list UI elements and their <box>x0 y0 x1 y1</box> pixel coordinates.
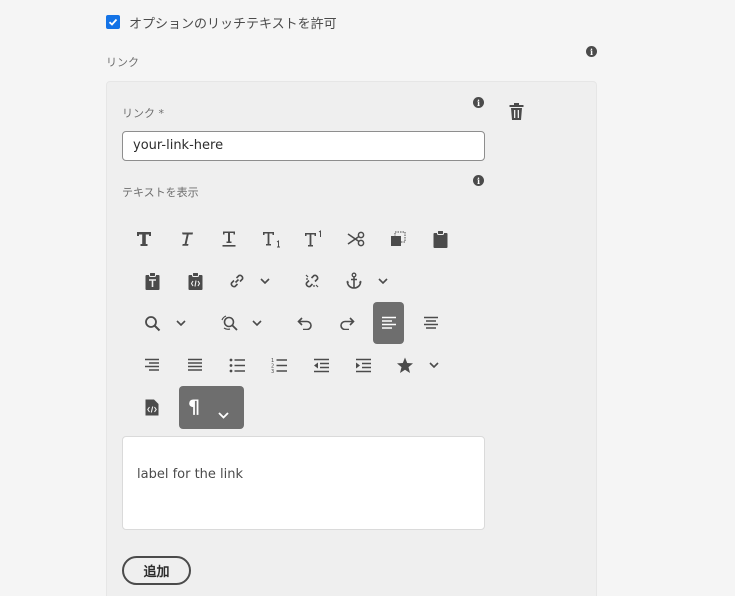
chevron-down-icon[interactable] <box>426 351 442 379</box>
info-icon[interactable]: i <box>473 97 484 108</box>
paste-icon[interactable] <box>426 225 454 253</box>
paragraph-icon: ¶ <box>188 396 201 418</box>
chevron-down-icon <box>218 404 229 423</box>
display-text-editor[interactable]: label for the link <box>122 436 485 530</box>
undo-icon[interactable] <box>291 309 319 337</box>
special-characters-icon[interactable] <box>391 351 419 379</box>
chevron-down-icon[interactable] <box>173 309 189 337</box>
find-replace-icon[interactable] <box>215 309 243 337</box>
paste-from-word-icon[interactable] <box>181 267 209 295</box>
anchor-icon[interactable] <box>340 267 368 295</box>
editor-content[interactable]: label for the link <box>137 467 243 482</box>
links-section-label: リンク <box>106 56 139 69</box>
svg-text:3: 3 <box>271 369 274 374</box>
unlink-icon[interactable] <box>298 267 326 295</box>
source-edit-icon[interactable] <box>138 393 166 421</box>
superscript-icon[interactable] <box>300 225 328 253</box>
chevron-down-icon[interactable] <box>257 267 273 295</box>
underline-icon[interactable] <box>215 225 243 253</box>
find-icon[interactable] <box>138 309 166 337</box>
rich-text-checkbox-label: オプションのリッチテキストを許可 <box>129 16 337 32</box>
link-icon[interactable] <box>223 267 251 295</box>
checkmark-icon <box>108 18 118 26</box>
trash-icon[interactable] <box>509 103 524 124</box>
italic-icon[interactable] <box>172 225 200 253</box>
paste-as-text-icon[interactable] <box>138 267 166 295</box>
info-icon[interactable]: i <box>473 175 484 186</box>
link-input[interactable]: your-link-here <box>122 131 485 161</box>
rich-text-option[interactable]: オプションのリッチテキストを許可 <box>106 12 337 32</box>
outdent-icon[interactable] <box>307 351 335 379</box>
display-text-label: テキストを表示 <box>122 186 199 199</box>
align-right-icon[interactable] <box>138 351 166 379</box>
subscript-icon[interactable] <box>258 225 286 253</box>
redo-icon[interactable] <box>333 309 361 337</box>
chevron-down-icon[interactable] <box>375 267 391 295</box>
add-button[interactable]: 追加 <box>122 556 191 585</box>
bold-icon[interactable] <box>130 225 158 253</box>
rich-text-checkbox[interactable] <box>106 15 120 29</box>
copy-icon[interactable] <box>384 225 412 253</box>
align-center-icon[interactable] <box>417 309 445 337</box>
bullet-list-icon[interactable] <box>223 351 251 379</box>
info-icon[interactable]: i <box>586 46 597 57</box>
indent-icon[interactable] <box>349 351 377 379</box>
cut-icon[interactable] <box>342 225 370 253</box>
justify-icon[interactable] <box>181 351 209 379</box>
paragraph-format-dropdown[interactable]: ¶ <box>179 386 244 429</box>
align-left-icon[interactable] <box>373 302 404 344</box>
chevron-down-icon[interactable] <box>249 309 265 337</box>
link-field-label: リンク * <box>122 107 164 120</box>
numbered-list-icon[interactable]: 123 <box>265 351 293 379</box>
